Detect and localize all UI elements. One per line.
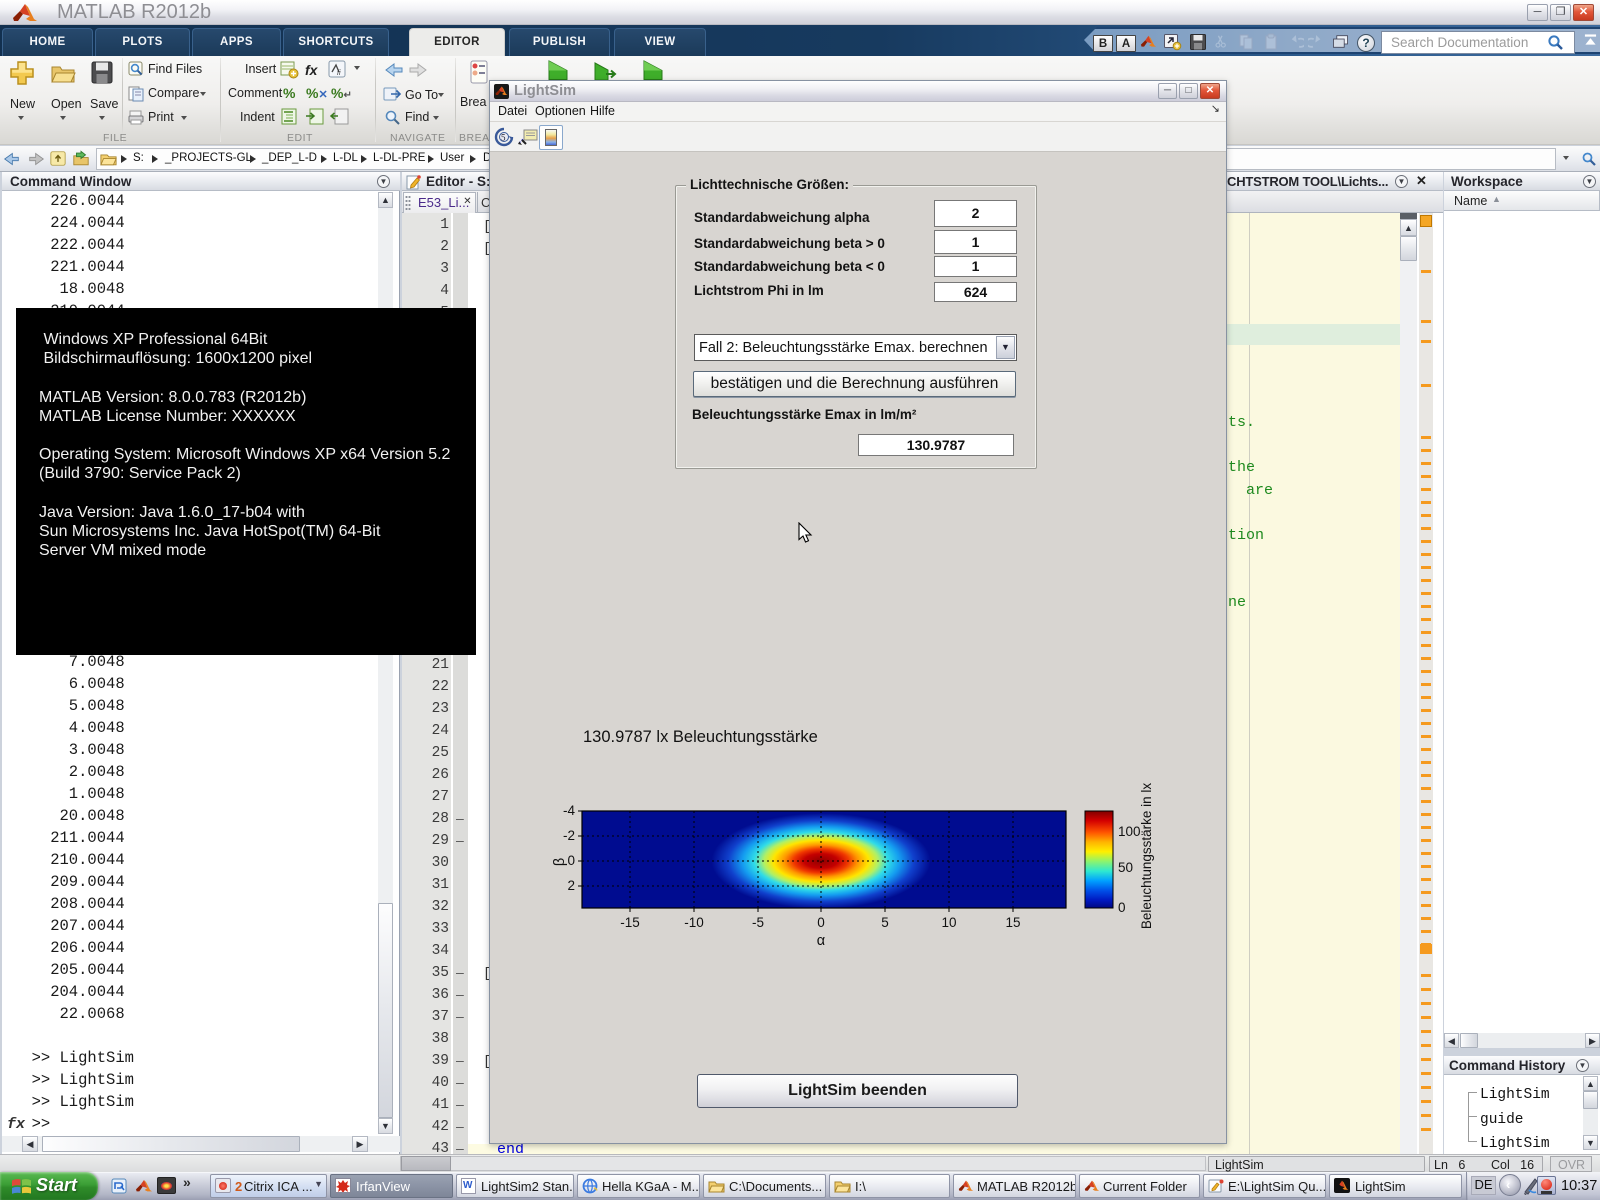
svg-text:-15: -15 <box>620 915 640 930</box>
svg-text:10: 10 <box>941 915 956 930</box>
svg-text:5: 5 <box>501 133 506 143</box>
svg-text:α: α <box>817 933 825 949</box>
svg-text:-2: -2 <box>563 828 575 843</box>
svg-text:β: β <box>553 858 568 866</box>
svg-text:0: 0 <box>567 853 575 868</box>
svg-text:fi: fi <box>337 70 341 77</box>
svg-text:-4: -4 <box>563 803 575 818</box>
svg-text:-5: -5 <box>752 915 764 930</box>
svg-text:Beleuchtungsstärke in lx: Beleuchtungsstärke in lx <box>1139 783 1154 930</box>
svg-text:0: 0 <box>817 915 825 930</box>
svg-text:2: 2 <box>567 878 575 893</box>
svg-text:100: 100 <box>1118 824 1141 839</box>
svg-text:-10: -10 <box>684 915 704 930</box>
svg-text:5: 5 <box>881 915 889 930</box>
svg-text:0: 0 <box>1118 900 1126 915</box>
svg-text:15: 15 <box>1005 915 1020 930</box>
svg-text:50: 50 <box>1118 860 1133 875</box>
